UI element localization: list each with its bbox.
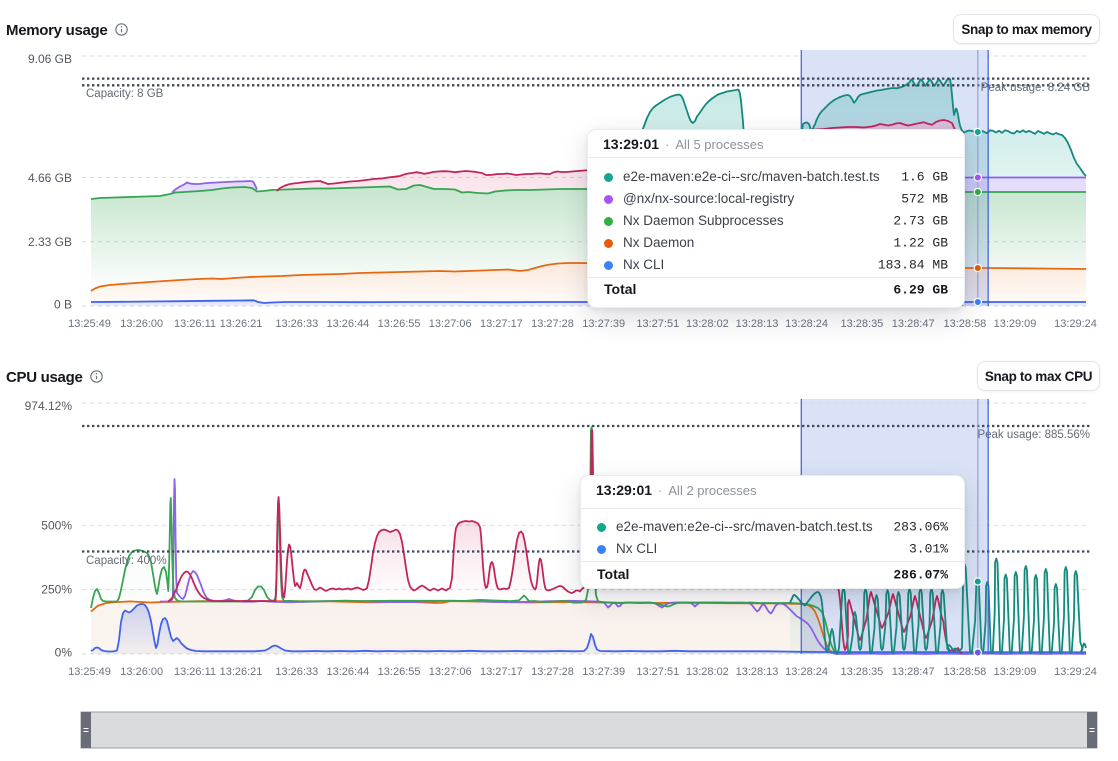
svg-text:13:26:11: 13:26:11 xyxy=(174,666,216,678)
svg-text:13:27:51: 13:27:51 xyxy=(636,318,679,330)
svg-text:13:29:24: 13:29:24 xyxy=(1054,666,1097,678)
svg-text:13:26:00: 13:26:00 xyxy=(120,666,163,678)
svg-text:Capacity: 400%: Capacity: 400% xyxy=(86,555,167,567)
svg-text:13:26:00: 13:26:00 xyxy=(120,318,163,330)
svg-text:0 B: 0 B xyxy=(54,298,72,312)
svg-text:13:27:39: 13:27:39 xyxy=(582,666,625,678)
svg-text:13:28:02: 13:28:02 xyxy=(686,318,729,330)
svg-text:9.06 GB: 9.06 GB xyxy=(28,52,72,66)
svg-text:13:28:58: 13:28:58 xyxy=(943,318,986,330)
svg-text:13:26:33: 13:26:33 xyxy=(275,666,318,678)
svg-text:13:26:44: 13:26:44 xyxy=(326,666,369,678)
svg-text:500%: 500% xyxy=(41,518,72,532)
svg-text:0%: 0% xyxy=(55,646,73,660)
svg-text:13:27:06: 13:27:06 xyxy=(429,318,472,330)
svg-text:13:26:55: 13:26:55 xyxy=(378,318,421,330)
svg-text:13:28:13: 13:28:13 xyxy=(736,666,779,678)
svg-text:13:26:21: 13:26:21 xyxy=(220,666,263,678)
svg-text:13:28:35: 13:28:35 xyxy=(840,318,883,330)
svg-text:13:28:24: 13:28:24 xyxy=(785,318,828,330)
svg-text:13:27:51: 13:27:51 xyxy=(636,666,679,678)
svg-text:13:25:49: 13:25:49 xyxy=(68,666,111,678)
svg-text:13:27:39: 13:27:39 xyxy=(582,318,625,330)
svg-text:13:29:24: 13:29:24 xyxy=(1054,318,1097,330)
svg-text:Peak usage: 8.24 GB: Peak usage: 8.24 GB xyxy=(981,82,1091,94)
svg-text:13:27:28: 13:27:28 xyxy=(531,666,574,678)
svg-text:250%: 250% xyxy=(41,583,72,597)
svg-text:13:28:47: 13:28:47 xyxy=(892,318,935,330)
svg-text:13:27:17: 13:27:17 xyxy=(480,666,523,678)
svg-text:13:28:58: 13:28:58 xyxy=(943,666,986,678)
svg-text:13:27:28: 13:27:28 xyxy=(531,318,574,330)
svg-text:13:29:09: 13:29:09 xyxy=(994,318,1037,330)
svg-text:13:26:21: 13:26:21 xyxy=(220,318,263,330)
svg-text:13:27:06: 13:27:06 xyxy=(429,666,472,678)
svg-text:974.12%: 974.12% xyxy=(25,399,73,413)
svg-text:13:26:55: 13:26:55 xyxy=(378,666,421,678)
svg-text:13:25:49: 13:25:49 xyxy=(68,318,111,330)
svg-text:13:28:02: 13:28:02 xyxy=(686,666,729,678)
svg-text:13:28:24: 13:28:24 xyxy=(785,666,828,678)
svg-text:Peak usage: 885.56%: Peak usage: 885.56% xyxy=(977,429,1090,441)
svg-text:13:26:11: 13:26:11 xyxy=(174,318,216,330)
svg-text:Capacity: 8 GB: Capacity: 8 GB xyxy=(86,88,164,100)
svg-text:13:27:17: 13:27:17 xyxy=(480,318,523,330)
svg-text:13:28:13: 13:28:13 xyxy=(736,318,779,330)
svg-text:13:28:35: 13:28:35 xyxy=(840,666,883,678)
svg-text:13:29:09: 13:29:09 xyxy=(994,666,1037,678)
svg-text:13:28:47: 13:28:47 xyxy=(892,666,935,678)
svg-text:13:26:33: 13:26:33 xyxy=(275,318,318,330)
svg-text:4.66 GB: 4.66 GB xyxy=(28,171,72,185)
svg-text:2.33 GB: 2.33 GB xyxy=(28,235,72,249)
svg-text:13:26:44: 13:26:44 xyxy=(326,318,369,330)
